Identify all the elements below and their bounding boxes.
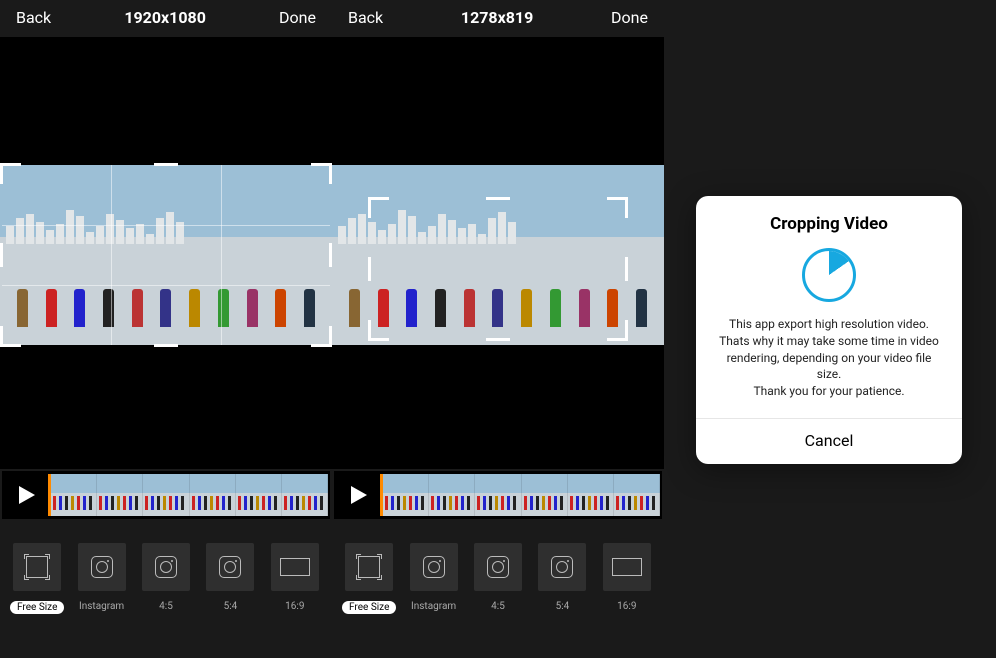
ratio-16-9[interactable]: 16:9 xyxy=(268,543,322,614)
panel-right: Back 1278x819 Done xyxy=(332,0,664,622)
done-button[interactable]: Done xyxy=(611,8,648,27)
aspect-ratio-bar: Free Size Instagram 4:5 5:4 16:9 xyxy=(332,521,664,622)
cropping-modal: Cropping Video This app export high reso… xyxy=(696,196,962,464)
ratio-4-5[interactable]: 4:5 xyxy=(471,543,525,614)
modal-body-line: This app export high resolution video. xyxy=(714,316,944,333)
rect-icon xyxy=(612,558,642,576)
ratio-label: Free Size xyxy=(10,601,64,614)
modal-body-line: Thats why it may take some time in video… xyxy=(714,333,944,383)
skyline-graphic xyxy=(332,212,664,244)
instagram-icon xyxy=(91,556,113,578)
free-size-icon xyxy=(26,556,48,578)
app-root: Back 1920x1080 Done xyxy=(0,0,996,658)
play-button[interactable] xyxy=(4,483,48,507)
back-button[interactable]: Back xyxy=(16,8,51,27)
free-size-icon xyxy=(358,556,380,578)
resolution-label: 1278x819 xyxy=(461,8,533,27)
ratio-instagram[interactable]: Instagram xyxy=(406,543,460,614)
instagram-icon xyxy=(219,556,241,578)
resolution-label: 1920x1080 xyxy=(124,8,206,27)
done-button[interactable]: Done xyxy=(279,8,316,27)
header-bar: Back 1278x819 Done xyxy=(332,0,664,37)
back-button[interactable]: Back xyxy=(348,8,383,27)
ratio-label: Instagram xyxy=(411,601,456,612)
ratio-label: Instagram xyxy=(79,601,124,612)
ratio-free-size[interactable]: Free Size xyxy=(10,543,64,614)
people-graphic xyxy=(332,279,664,327)
play-icon xyxy=(14,483,38,507)
ratio-label: 4:5 xyxy=(159,601,173,612)
play-icon xyxy=(346,483,370,507)
panel-left: Back 1920x1080 Done xyxy=(0,0,332,622)
ratio-16-9[interactable]: 16:9 xyxy=(600,543,654,614)
people-graphic xyxy=(0,279,332,327)
cancel-button[interactable]: Cancel xyxy=(696,419,962,464)
ratio-label: 5:4 xyxy=(224,601,238,612)
video-preview[interactable] xyxy=(332,37,664,469)
header-bar: Back 1920x1080 Done xyxy=(0,0,332,37)
ratio-4-5[interactable]: 4:5 xyxy=(139,543,193,614)
play-button[interactable] xyxy=(336,483,380,507)
progress-spinner xyxy=(802,248,856,302)
timeline-strip[interactable] xyxy=(48,474,328,516)
modal-title: Cropping Video xyxy=(696,196,962,242)
video-preview[interactable] xyxy=(0,37,332,469)
timeline-strip[interactable] xyxy=(380,474,660,516)
progress-pie-icon xyxy=(805,251,853,299)
ratio-5-4[interactable]: 5:4 xyxy=(535,543,589,614)
ratio-label: 5:4 xyxy=(556,601,570,612)
ratio-label: Free Size xyxy=(342,601,396,614)
skyline-graphic xyxy=(0,212,332,244)
instagram-icon xyxy=(487,556,509,578)
modal-body-line: Thank you for your patience. xyxy=(714,383,944,400)
ratio-label: 4:5 xyxy=(491,601,505,612)
instagram-icon xyxy=(551,556,573,578)
timeline xyxy=(0,469,332,521)
video-frame xyxy=(0,165,332,345)
instagram-icon xyxy=(155,556,177,578)
ratio-instagram[interactable]: Instagram xyxy=(74,543,128,614)
ratio-label: 16:9 xyxy=(285,601,304,612)
ratio-free-size[interactable]: Free Size xyxy=(342,543,396,614)
instagram-icon xyxy=(423,556,445,578)
rect-icon xyxy=(280,558,310,576)
ratio-5-4[interactable]: 5:4 xyxy=(203,543,257,614)
ratio-label: 16:9 xyxy=(617,601,636,612)
aspect-ratio-bar: Free Size Instagram 4:5 5:4 16:9 xyxy=(0,521,332,622)
modal-body: This app export high resolution video. T… xyxy=(696,312,962,418)
timeline xyxy=(332,469,664,521)
video-frame xyxy=(332,165,664,345)
